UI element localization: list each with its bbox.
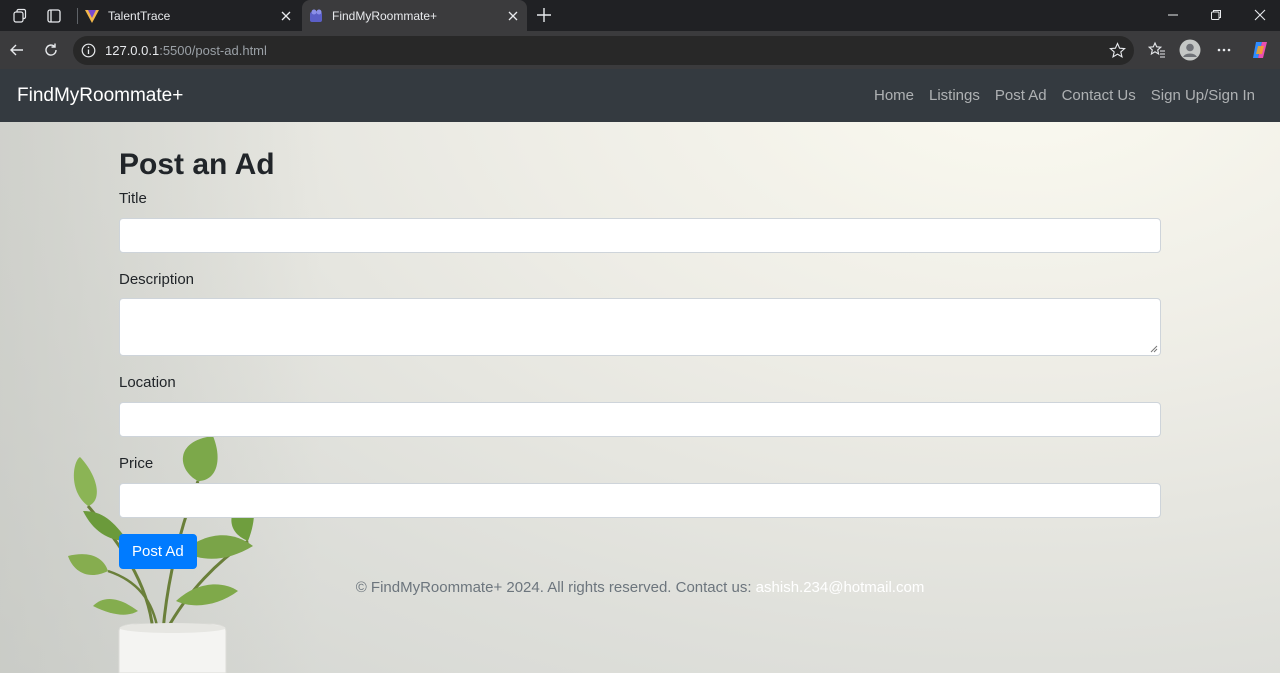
price-input[interactable] xyxy=(119,483,1161,518)
nav-link-post-ad[interactable]: Post Ad xyxy=(995,87,1047,104)
nav-link-sign-up-sign-in[interactable]: Sign Up/Sign In xyxy=(1151,87,1255,104)
restore-icon[interactable] xyxy=(1204,4,1228,26)
favorite-star-icon[interactable] xyxy=(1109,42,1126,59)
nav-link-listings[interactable]: Listings xyxy=(929,87,980,104)
url-path: :5500/post-ad.html xyxy=(159,43,267,58)
back-icon[interactable] xyxy=(6,39,28,61)
more-icon[interactable] xyxy=(1213,39,1235,61)
url-text: 127.0.0.1:5500/post-ad.html xyxy=(105,43,267,58)
nav-link-contact-us[interactable]: Contact Us xyxy=(1062,87,1136,104)
tab-talenttrace[interactable]: TalentTrace xyxy=(78,0,300,31)
tab-findmyroommate[interactable]: FindMyRoommate+ xyxy=(302,0,527,31)
site-navbar: FindMyRoommate+ Home Listings Post Ad Co… xyxy=(0,69,1280,122)
price-label: Price xyxy=(119,455,154,472)
workspaces-icon[interactable] xyxy=(9,5,31,27)
title-input[interactable] xyxy=(119,218,1161,253)
page-title: Post an Ad xyxy=(119,148,275,181)
site-nav-links: Home Listings Post Ad Contact Us Sign Up… xyxy=(874,87,1255,104)
post-ad-form: Post an Ad Title Description Location Pr… xyxy=(119,147,1161,569)
tab-title: TalentTrace xyxy=(108,8,171,23)
url-host: 127.0.0.1 xyxy=(105,43,160,58)
close-icon[interactable] xyxy=(278,8,294,24)
footer-email-link[interactable]: ashish.234@hotmail.com xyxy=(756,579,925,596)
close-icon[interactable] xyxy=(505,8,521,24)
post-ad-button[interactable]: Post Ad xyxy=(119,534,197,569)
findmyroommate-favicon xyxy=(308,8,324,24)
tab-actions-icon[interactable] xyxy=(43,5,65,27)
profile-icon[interactable] xyxy=(1179,39,1201,61)
browser-tab-bar: TalentTrace FindMyRoommate+ xyxy=(0,0,1280,31)
description-textarea[interactable] xyxy=(119,298,1161,356)
title-label: Title xyxy=(119,190,147,207)
window-close-icon[interactable] xyxy=(1248,4,1272,26)
nav-link-home[interactable]: Home xyxy=(874,87,914,104)
location-input[interactable] xyxy=(119,402,1161,437)
resize-handle-icon[interactable] xyxy=(1150,345,1158,353)
footer-text: © FindMyRoommate+ 2024. All rights reser… xyxy=(355,579,756,596)
page-viewport: FindMyRoommate+ Home Listings Post Ad Co… xyxy=(0,69,1280,673)
address-bar[interactable]: 127.0.0.1:5500/post-ad.html xyxy=(73,36,1134,65)
talenttrace-favicon xyxy=(84,8,100,24)
tab-title: FindMyRoommate+ xyxy=(332,8,438,23)
description-label: Description xyxy=(119,271,195,288)
copilot-icon[interactable] xyxy=(1249,39,1271,61)
new-tab-icon[interactable] xyxy=(534,5,554,25)
minimize-icon[interactable] xyxy=(1161,4,1185,26)
location-label: Location xyxy=(119,374,176,391)
site-info-icon[interactable] xyxy=(81,43,96,58)
reload-icon[interactable] xyxy=(40,39,62,61)
site-footer: © FindMyRoommate+ 2024. All rights reser… xyxy=(0,579,1280,596)
favorites-icon[interactable] xyxy=(1146,39,1168,61)
site-brand[interactable]: FindMyRoommate+ xyxy=(17,85,183,107)
